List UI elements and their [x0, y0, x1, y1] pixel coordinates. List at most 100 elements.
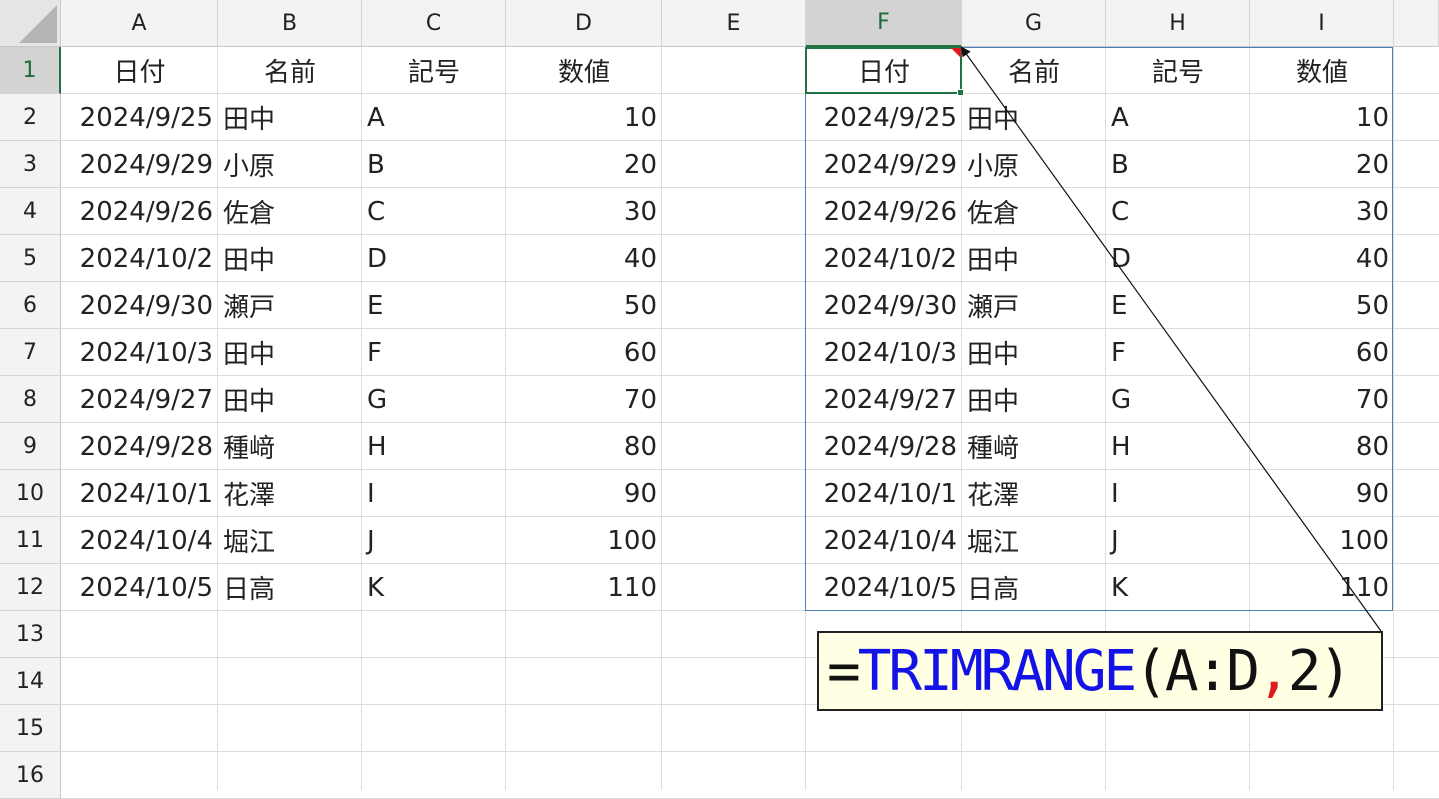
row-header-5[interactable]: 5	[0, 235, 61, 282]
spill-cell[interactable]: 110	[1250, 564, 1394, 611]
spill-cell[interactable]: 田中	[962, 94, 1106, 141]
source-cell[interactable]: 110	[506, 564, 662, 611]
source-cell[interactable]: I	[362, 470, 506, 517]
active-cell-f1[interactable]	[805, 47, 962, 94]
source-cell[interactable]: 2024/10/1	[61, 470, 218, 517]
spill-cell[interactable]: 2024/10/2	[806, 235, 962, 282]
spill-cell[interactable]: 10	[1250, 94, 1394, 141]
spill-cell[interactable]: J	[1106, 517, 1250, 564]
spill-cell[interactable]: 90	[1250, 470, 1394, 517]
column-header-e[interactable]: E	[662, 0, 806, 47]
source-cell[interactable]: 2024/9/28	[61, 423, 218, 470]
spill-header-cell[interactable]: 数値	[1250, 47, 1394, 94]
spill-cell[interactable]: 60	[1250, 329, 1394, 376]
source-cell[interactable]: E	[362, 282, 506, 329]
source-cell[interactable]: 瀬戸	[218, 282, 362, 329]
row-header-9[interactable]: 9	[0, 423, 61, 470]
spill-cell[interactable]: D	[1106, 235, 1250, 282]
source-cell[interactable]: 2024/9/30	[61, 282, 218, 329]
spill-cell[interactable]: 2024/9/29	[806, 141, 962, 188]
spill-cell[interactable]: 堀江	[962, 517, 1106, 564]
row-header-4[interactable]: 4	[0, 188, 61, 235]
spill-cell[interactable]: 田中	[962, 235, 1106, 282]
spill-cell[interactable]: 佐倉	[962, 188, 1106, 235]
source-cell[interactable]: G	[362, 376, 506, 423]
source-cell[interactable]: 2024/10/3	[61, 329, 218, 376]
spill-cell[interactable]: A	[1106, 94, 1250, 141]
source-cell[interactable]: H	[362, 423, 506, 470]
source-cell[interactable]: 2024/9/26	[61, 188, 218, 235]
source-cell[interactable]: 小原	[218, 141, 362, 188]
source-cell[interactable]: 20	[506, 141, 662, 188]
row-header-7[interactable]: 7	[0, 329, 61, 376]
spill-cell[interactable]: 80	[1250, 423, 1394, 470]
spill-cell[interactable]: 100	[1250, 517, 1394, 564]
source-header-cell[interactable]: 日付	[61, 47, 218, 94]
source-cell[interactable]: J	[362, 517, 506, 564]
source-cell[interactable]: 30	[506, 188, 662, 235]
spill-cell[interactable]: C	[1106, 188, 1250, 235]
source-cell[interactable]: A	[362, 94, 506, 141]
spill-cell[interactable]: 花澤	[962, 470, 1106, 517]
spill-cell[interactable]: F	[1106, 329, 1250, 376]
source-header-cell[interactable]: 名前	[218, 47, 362, 94]
source-cell[interactable]: 田中	[218, 329, 362, 376]
select-all-corner[interactable]	[0, 0, 61, 47]
spill-cell[interactable]: K	[1106, 564, 1250, 611]
source-cell[interactable]: 60	[506, 329, 662, 376]
spill-cell[interactable]: E	[1106, 282, 1250, 329]
spill-cell[interactable]: 2024/9/25	[806, 94, 962, 141]
column-header-i[interactable]: I	[1250, 0, 1394, 47]
spill-cell[interactable]: 種﨑	[962, 423, 1106, 470]
row-header-8[interactable]: 8	[0, 376, 61, 423]
column-header-g[interactable]: G	[962, 0, 1106, 47]
spill-cell[interactable]: I	[1106, 470, 1250, 517]
spill-header-cell[interactable]: 記号	[1106, 47, 1250, 94]
column-header-d[interactable]: D	[506, 0, 662, 47]
source-cell[interactable]: 花澤	[218, 470, 362, 517]
spill-cell[interactable]: 2024/9/27	[806, 376, 962, 423]
spill-cell[interactable]: 30	[1250, 188, 1394, 235]
spill-cell[interactable]: 2024/10/4	[806, 517, 962, 564]
column-header-f[interactable]: F	[806, 0, 962, 47]
column-header-h[interactable]: H	[1106, 0, 1250, 47]
row-header-11[interactable]: 11	[0, 517, 61, 564]
source-cell[interactable]: B	[362, 141, 506, 188]
source-header-cell[interactable]: 数値	[506, 47, 662, 94]
source-cell[interactable]: 2024/9/25	[61, 94, 218, 141]
row-header-13[interactable]: 13	[0, 611, 61, 658]
spill-cell[interactable]: 2024/10/5	[806, 564, 962, 611]
spill-cell[interactable]: B	[1106, 141, 1250, 188]
source-cell[interactable]: 100	[506, 517, 662, 564]
source-cell[interactable]: 田中	[218, 94, 362, 141]
source-header-cell[interactable]: 記号	[362, 47, 506, 94]
source-cell[interactable]: 田中	[218, 376, 362, 423]
row-header-10[interactable]: 10	[0, 470, 61, 517]
spill-cell[interactable]: 40	[1250, 235, 1394, 282]
row-header-12[interactable]: 12	[0, 564, 61, 611]
spill-cell[interactable]: 20	[1250, 141, 1394, 188]
source-cell[interactable]: 80	[506, 423, 662, 470]
spill-cell[interactable]: 50	[1250, 282, 1394, 329]
row-header-3[interactable]: 3	[0, 141, 61, 188]
spill-cell[interactable]: 2024/9/26	[806, 188, 962, 235]
spill-cell[interactable]: 瀬戸	[962, 282, 1106, 329]
row-header-1[interactable]: 1	[0, 47, 61, 94]
source-cell[interactable]: 50	[506, 282, 662, 329]
spill-cell[interactable]: 日高	[962, 564, 1106, 611]
source-cell[interactable]: F	[362, 329, 506, 376]
source-cell[interactable]: 70	[506, 376, 662, 423]
row-header-16[interactable]: 16	[0, 752, 61, 799]
spill-cell[interactable]: 2024/10/3	[806, 329, 962, 376]
spill-cell[interactable]: 田中	[962, 329, 1106, 376]
source-cell[interactable]: 佐倉	[218, 188, 362, 235]
row-header-2[interactable]: 2	[0, 94, 61, 141]
source-cell[interactable]: 40	[506, 235, 662, 282]
column-header-c[interactable]: C	[362, 0, 506, 47]
spill-cell[interactable]: 2024/9/30	[806, 282, 962, 329]
spill-cell[interactable]: G	[1106, 376, 1250, 423]
source-cell[interactable]: 2024/10/4	[61, 517, 218, 564]
fill-handle[interactable]	[957, 89, 964, 96]
source-cell[interactable]: D	[362, 235, 506, 282]
source-cell[interactable]: 日高	[218, 564, 362, 611]
